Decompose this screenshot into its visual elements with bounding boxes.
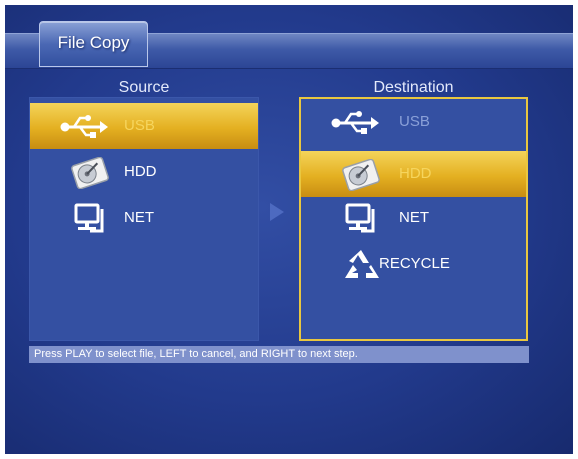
hint-bar: Press PLAY to select file, LEFT to cance… (29, 346, 529, 363)
destination-item-label: RECYCLE (379, 255, 450, 272)
source-item-usb[interactable]: USB (30, 103, 258, 149)
screen: File Copy Source Destination USB HDD NET… (5, 5, 573, 454)
network-computer-icon (337, 203, 385, 235)
destination-item-hdd[interactable]: HDD (301, 151, 526, 197)
destination-item-usb[interactable]: USB (301, 99, 526, 145)
destination-item-label: NET (399, 209, 429, 226)
network-computer-icon (66, 203, 114, 235)
source-item-net[interactable]: NET (30, 195, 258, 241)
source-item-label: USB (124, 117, 155, 134)
destination-panel: USB HDD NET RECYCLE (299, 97, 528, 341)
page-title: File Copy (57, 33, 130, 52)
recycle-icon (337, 249, 385, 281)
destination-item-net[interactable]: NET (301, 195, 526, 241)
hdd-icon (66, 157, 114, 189)
source-header: Source (118, 79, 170, 96)
source-item-label: NET (124, 209, 154, 226)
destination-item-label: HDD (399, 165, 432, 182)
destination-header: Destination (373, 79, 454, 96)
source-panel: USB HDD NET (29, 97, 259, 341)
source-item-label: HDD (124, 163, 157, 180)
source-item-hdd[interactable]: HDD (30, 149, 258, 195)
hdd-icon (337, 159, 385, 191)
next-arrow-icon (270, 203, 284, 221)
usb-icon (60, 111, 108, 143)
hint-text: Press PLAY to select file, LEFT to cance… (34, 348, 358, 360)
title-tab: File Copy (39, 21, 148, 67)
destination-item-label: USB (399, 113, 430, 130)
usb-icon (331, 107, 379, 139)
destination-item-recycle[interactable]: RECYCLE (301, 241, 526, 287)
